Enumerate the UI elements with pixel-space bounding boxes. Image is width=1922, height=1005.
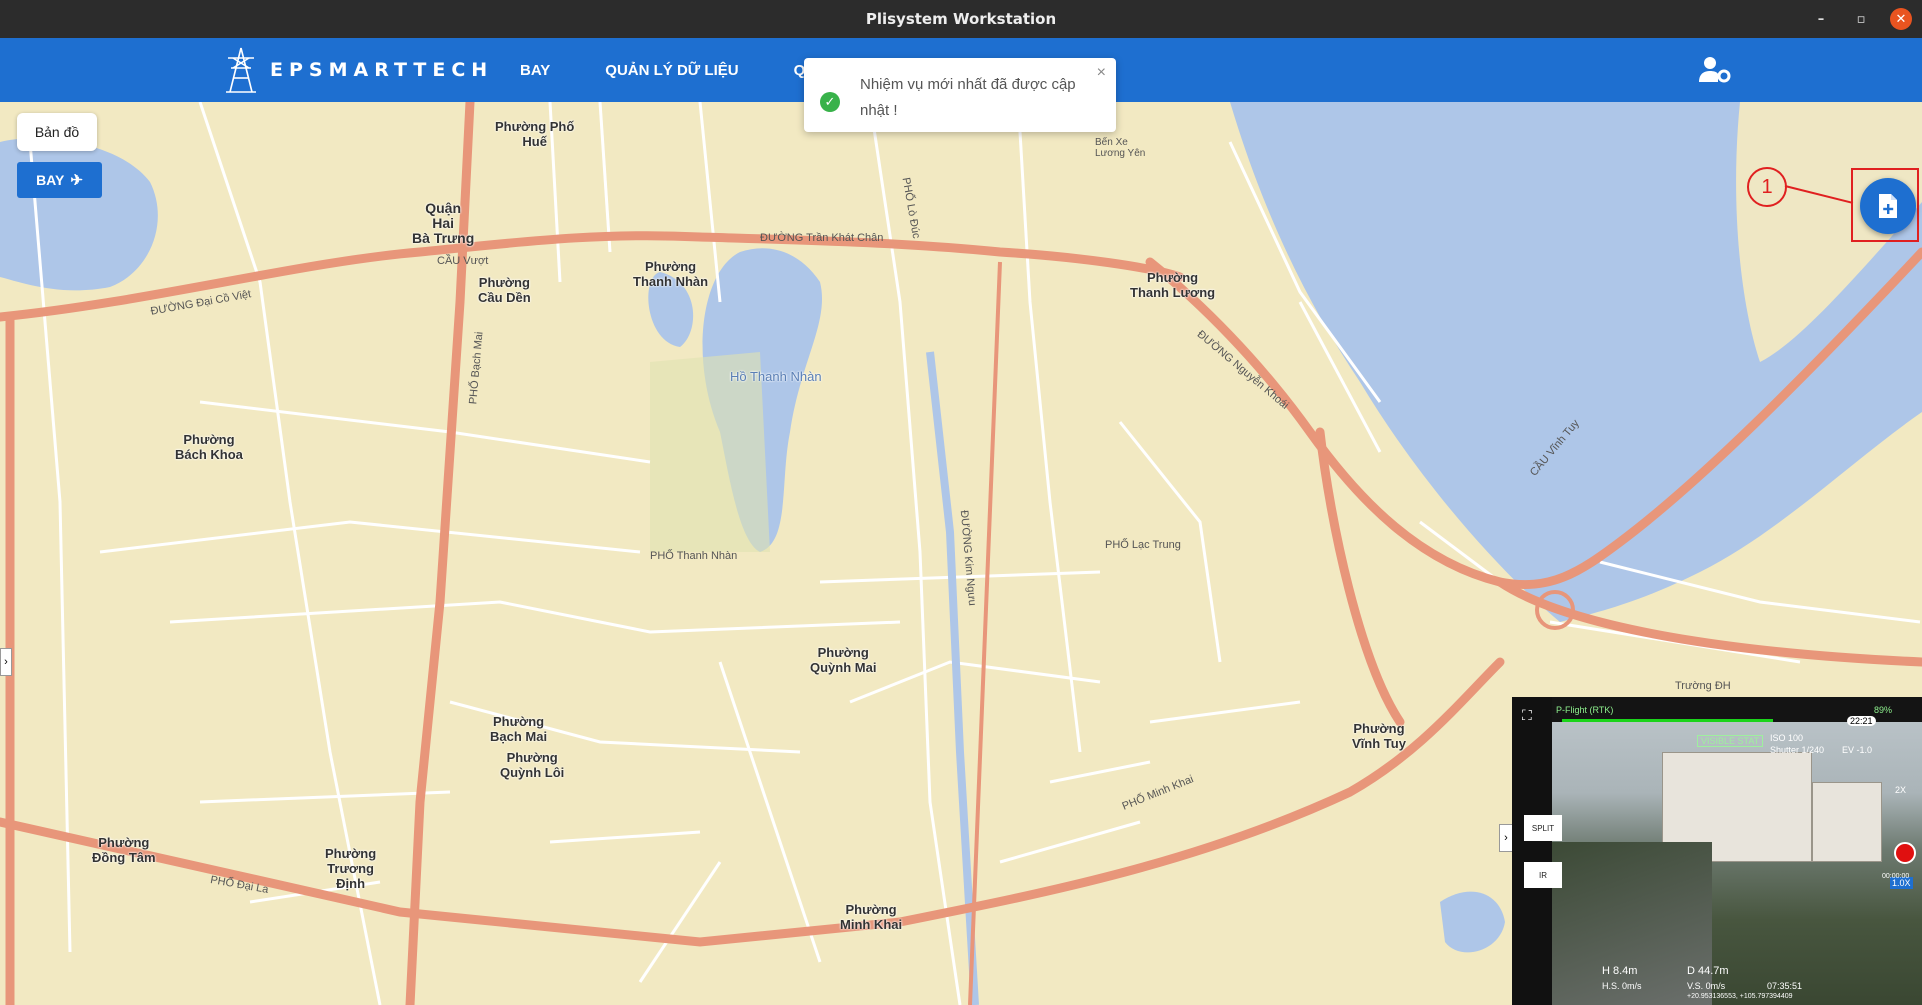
area-label: Phường Đồng Tâm [92,835,156,865]
shutter-readout: Shutter 1/240 [1770,745,1825,755]
coordinates-readout: +20.953136553, +105.797394409 [1687,993,1793,1000]
split-button[interactable]: SPLIT [1524,815,1562,841]
brand-logo[interactable]: EPSMARTTECH [222,46,493,94]
record-button[interactable] [1894,842,1916,864]
callout-marker: 1 [1747,167,1787,207]
area-label: Phường Trương Định [325,846,377,891]
restore-button[interactable]: ▫ [1850,8,1872,30]
user-cog-icon[interactable] [1698,54,1732,84]
street-label: ĐƯỜNG Trần Khát Chân [760,232,884,244]
zoom-level[interactable]: 2X [1895,785,1906,795]
street-label: PHỐ Lạc Trung [1105,539,1181,551]
battery-level: 89% [1873,704,1892,715]
area-label: Phường Quỳnh Lôi [500,750,565,780]
altitude-readout: H 8.4m [1602,965,1638,977]
app-window: Plisystem Workstation – ▫ ✕ EPSMARTTECH … [0,0,1922,1005]
street-label: CẦU Vượt [437,255,489,267]
window-titlebar: Plisystem Workstation – ▫ ✕ [0,0,1922,38]
lake-label: Hồ Thanh Nhàn [730,369,822,384]
toast-message: Nhiệm vụ mới nhất đã được cập nhật ! [860,76,1076,119]
distance-readout: D 44.7m [1687,965,1729,977]
area-label: Phường Bạch Mai [490,714,548,744]
flight-mode: P-Flight (RTK) [1556,704,1614,715]
visible-mode: VISIBLE STAT [1697,735,1764,747]
nav-quan-ly-du-lieu[interactable]: QUẢN LÝ DỮ LIỆU [605,62,738,79]
fullscreen-icon[interactable]: ⛶ [1522,707,1540,725]
check-icon: ✓ [820,92,840,112]
brand-name: EPSMARTTECH [270,59,494,81]
area-label: Phường Thanh Lương [1130,270,1216,300]
nav-bay[interactable]: BAY [520,62,550,79]
ev-readout: EV -1.0 [1842,745,1873,755]
flight-progress-bar [1562,719,1773,722]
area-label: Phường Minh Khai [840,902,903,932]
area-label: Phường Quỳnh Mai [810,645,877,675]
area-label: Phường Phố Huế [495,119,575,149]
map-button[interactable]: Bản đồ [17,113,97,151]
area-label: Quận Hai Bà Trưng [412,200,475,246]
fly-button[interactable]: BAY ✈ [17,162,102,198]
airplane-icon: ✈ [70,172,83,189]
drone-camera-panel: P-Flight (RTK) 89% 22:21 ⛶ SPLIT IR VISI… [1512,697,1922,1005]
close-button[interactable]: ✕ [1890,8,1912,30]
v-speed-readout: V.S. 0m/s [1687,981,1726,991]
street-label: Bến Xe Lương Yên [1095,137,1146,159]
area-label: Phường Thanh Nhàn [633,259,709,289]
left-panel-toggle[interactable]: › [0,648,12,676]
area-label: Phường Vĩnh Tuy [1352,721,1406,751]
add-file-button[interactable] [1860,178,1916,234]
ir-button[interactable]: IR [1524,862,1562,888]
toast-close-button[interactable]: × [1097,64,1106,82]
camera-panel-toggle[interactable]: › [1499,824,1513,852]
minimize-button[interactable]: – [1810,8,1832,30]
iso-readout: ISO 100 [1770,733,1804,743]
file-add-icon [1879,194,1897,218]
camera-feed [1552,722,1922,1005]
clock-readout: 07:35:51 [1767,981,1803,991]
street-label: PHỐ Thanh Nhàn [650,550,738,562]
record-time: 00:00:00 [1882,873,1910,880]
window-controls: – ▫ ✕ [1810,8,1912,30]
area-label: Phường Bách Khoa [175,432,243,462]
notification-toast: ✓ Nhiệm vụ mới nhất đã được cập nhật ! × [804,58,1116,132]
power-tower-icon [226,47,256,93]
area-label: Phường Cầu Dền [478,275,531,305]
window-title: Plisystem Workstation [865,10,1057,28]
camera-sidebar [1512,697,1552,1005]
building-image [1812,782,1882,862]
main-nav: BAY QUẢN LÝ DỮ LIỆU QUẢN [520,38,838,102]
fly-button-label: BAY [36,172,65,188]
flight-time: 22:21 [1847,716,1876,726]
street-label: Trường ĐH [1675,680,1731,692]
h-speed-readout: H.S. 0m/s [1602,981,1642,991]
